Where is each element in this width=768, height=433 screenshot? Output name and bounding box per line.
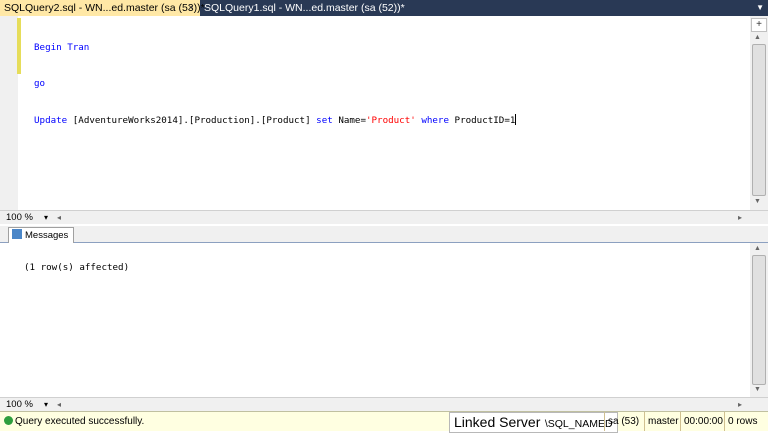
scroll-left-icon[interactable]: ◂ — [57, 398, 61, 411]
code-line-3: Update [AdventureWorks2014].[Production]… — [34, 114, 517, 127]
code-line-1: Begin Tran — [34, 42, 516, 54]
close-icon[interactable]: × — [188, 0, 194, 16]
tab-label: Messages — [25, 230, 69, 241]
server-prefix: Linked Server — [454, 414, 541, 430]
where-condition: ProductID=1 — [454, 115, 516, 126]
zoom-dropdown-icon[interactable]: ▾ — [44, 398, 48, 411]
row-count: 0 rows — [724, 412, 760, 431]
messages-vertical-scrollbar[interactable]: ▲ ▼ — [750, 243, 768, 397]
success-check-icon — [4, 416, 13, 425]
scroll-down-icon[interactable]: ▼ — [754, 198, 761, 205]
chevron-down-icon[interactable]: ▼ — [756, 3, 764, 12]
status-bar: Query executed successfully. Linked Serv… — [0, 411, 768, 433]
tab-messages[interactable]: Messages — [8, 227, 75, 243]
status-text: Query executed successfully. — [15, 416, 145, 427]
scroll-right-icon[interactable]: ▸ — [738, 398, 742, 411]
change-tracking-bar — [17, 18, 21, 74]
tab-label: SQLQuery1.sql - WN...ed.master (sa (52))… — [204, 2, 405, 14]
code-line-2: go — [34, 78, 516, 90]
editor-vertical-scrollbar[interactable]: + ▲ ▼ — [750, 16, 768, 210]
code-text[interactable]: Begin Tran go Update [AdventureWorks2014… — [34, 18, 517, 151]
document-tab-bar: SQLQuery2.sql - WN...ed.master (sa (53))… — [0, 0, 768, 16]
scroll-left-icon[interactable]: ◂ — [57, 211, 61, 224]
keyword: where — [421, 115, 449, 126]
text-caret — [515, 114, 517, 125]
keyword: Begin Tran — [34, 42, 90, 53]
tab-sqlquery1[interactable]: SQLQuery1.sql - WN...ed.master (sa (52))… — [200, 0, 405, 16]
message-text: (1 row(s) affected) — [24, 262, 130, 273]
elapsed-time: 00:00:00 — [680, 412, 726, 431]
object-name: [AdventureWorks2014].[Production].[Produ… — [72, 115, 311, 126]
zoom-level[interactable]: 100 % — [6, 211, 33, 224]
keyword: Update — [34, 115, 68, 126]
scrollbar-thumb[interactable] — [752, 255, 766, 385]
query-status: Query executed successfully. — [4, 416, 144, 427]
scroll-down-icon[interactable]: ▼ — [754, 386, 761, 393]
editor-zoom-bar: 100 % ▾ ◂ ▸ — [0, 210, 768, 224]
messages-zoom-bar: 100 % ▾ ◂ ▸ — [0, 397, 768, 411]
scroll-up-icon[interactable]: ▲ — [754, 245, 761, 252]
editor-gutter — [0, 16, 18, 210]
server-suffix: \SQL_NAMED — [544, 418, 613, 430]
keyword: set — [316, 115, 333, 126]
scroll-up-icon[interactable]: ▲ — [754, 34, 761, 41]
session-user: sa (53) — [604, 412, 642, 431]
messages-icon — [12, 229, 22, 239]
keyword: go — [34, 78, 46, 89]
zoom-level[interactable]: 100 % — [6, 398, 33, 411]
scroll-right-icon[interactable]: ▸ — [738, 211, 742, 224]
scrollbar-thumb[interactable] — [752, 44, 766, 196]
string-literal: 'Product' — [365, 115, 416, 126]
tab-sqlquery2[interactable]: SQLQuery2.sql - WN...ed.master (sa (53))… — [0, 0, 205, 16]
query-editor[interactable]: Begin Tran go Update [AdventureWorks2014… — [0, 16, 768, 210]
split-icon[interactable]: + — [751, 18, 767, 32]
column-assign: Name= — [338, 115, 366, 126]
tab-label: SQLQuery2.sql - WN...ed.master (sa (53))… — [4, 2, 205, 14]
results-tab-strip: Messages — [0, 226, 768, 243]
zoom-dropdown-icon[interactable]: ▾ — [44, 211, 48, 224]
database-name: master — [644, 412, 682, 431]
messages-pane[interactable]: (1 row(s) affected) ▲ ▼ — [0, 243, 768, 397]
